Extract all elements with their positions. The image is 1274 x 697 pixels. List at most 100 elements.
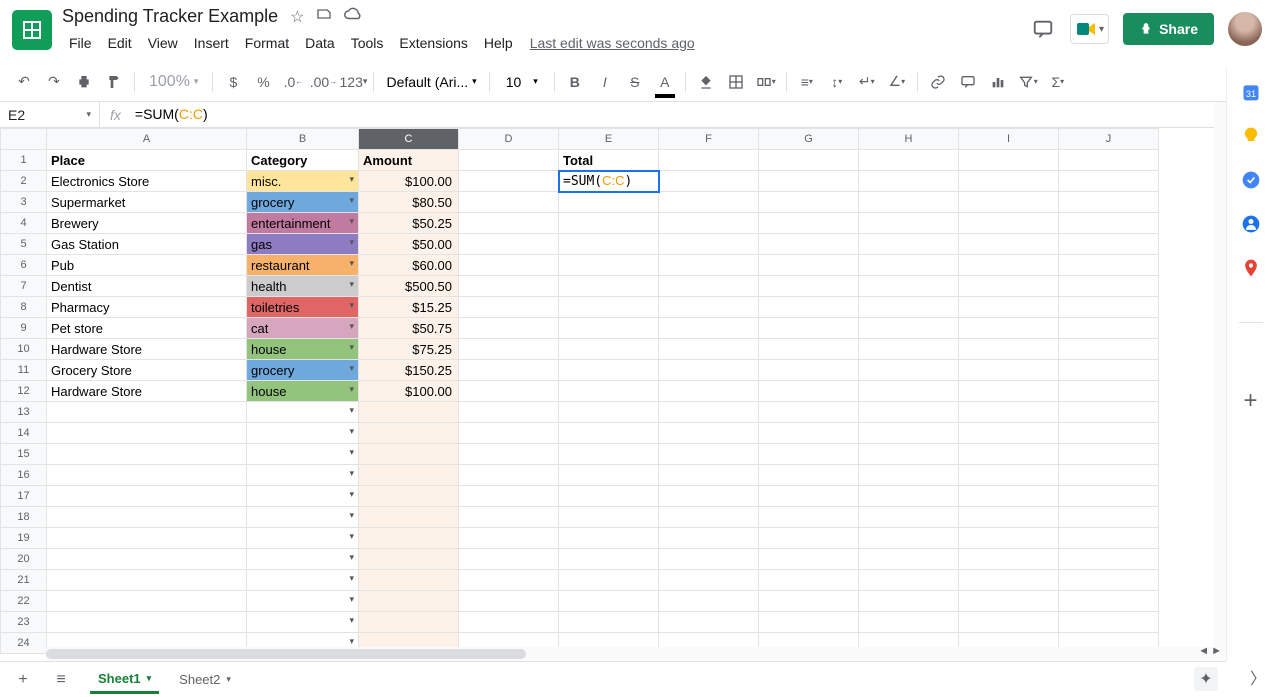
cell-C12[interactable]: $100.00 [359,381,459,402]
cell-B14[interactable] [247,423,359,444]
menu-edit[interactable]: Edit [101,31,139,55]
cell-D18[interactable] [459,507,559,528]
cell-J1[interactable] [1059,150,1159,171]
row-header-21[interactable]: 21 [1,570,47,591]
column-header-H[interactable]: H [859,129,959,150]
cell-J12[interactable] [1059,381,1159,402]
cell-I21[interactable] [959,570,1059,591]
last-edit-link[interactable]: Last edit was seconds ago [530,35,695,51]
cell-F13[interactable] [659,402,759,423]
cell-B2[interactable]: misc. [247,171,359,192]
cell-B10[interactable]: house [247,339,359,360]
cell-E9[interactable] [559,318,659,339]
cell-J20[interactable] [1059,549,1159,570]
add-sheet-icon[interactable]: + [8,665,38,695]
cell-I13[interactable] [959,402,1059,423]
cell-E10[interactable] [559,339,659,360]
share-button[interactable]: Share [1123,13,1214,45]
cell-E12[interactable] [559,381,659,402]
row-header-8[interactable]: 8 [1,297,47,318]
cell-G9[interactable] [759,318,859,339]
cell-B11[interactable]: grocery [247,360,359,381]
cell-F4[interactable] [659,213,759,234]
cell-F21[interactable] [659,570,759,591]
sheet-tab-sheet1[interactable]: Sheet1 ▾ [84,665,165,695]
cell-I20[interactable] [959,549,1059,570]
cell-A10[interactable]: Hardware Store [47,339,247,360]
cell-H20[interactable] [859,549,959,570]
keep-icon[interactable] [1241,126,1261,146]
text-color-icon[interactable]: A [651,68,679,96]
cell-D16[interactable] [459,465,559,486]
cell-A11[interactable]: Grocery Store [47,360,247,381]
cell-C4[interactable]: $50.25 [359,213,459,234]
menu-tools[interactable]: Tools [344,31,391,55]
cell-F15[interactable] [659,444,759,465]
cell-C15[interactable] [359,444,459,465]
cell-I5[interactable] [959,234,1059,255]
cell-D14[interactable] [459,423,559,444]
row-header-13[interactable]: 13 [1,402,47,423]
scroll-left-icon[interactable]: ◄ [1198,645,1209,657]
cell-A17[interactable] [47,486,247,507]
cell-G4[interactable] [759,213,859,234]
cell-F5[interactable] [659,234,759,255]
cell-G15[interactable] [759,444,859,465]
cell-I11[interactable] [959,360,1059,381]
cell-C8[interactable]: $15.25 [359,297,459,318]
row-header-9[interactable]: 9 [1,318,47,339]
cell-A2[interactable]: Electronics Store [47,171,247,192]
cell-G20[interactable] [759,549,859,570]
cell-A12[interactable]: Hardware Store [47,381,247,402]
cell-D17[interactable] [459,486,559,507]
cell-H7[interactable] [859,276,959,297]
print-icon[interactable] [70,68,98,96]
cell-A22[interactable] [47,591,247,612]
rotate-icon[interactable]: ∠▾ [883,68,911,96]
menu-extensions[interactable]: Extensions [392,31,474,55]
undo-icon[interactable]: ↶ [10,68,38,96]
cell-I12[interactable] [959,381,1059,402]
cell-A16[interactable] [47,465,247,486]
cell-G23[interactable] [759,612,859,633]
column-header-B[interactable]: B [247,129,359,150]
cell-G12[interactable] [759,381,859,402]
cell-A20[interactable] [47,549,247,570]
comment-icon[interactable] [954,68,982,96]
sheets-logo[interactable] [12,10,52,50]
calendar-icon[interactable]: 31 [1241,82,1261,102]
cell-D10[interactable] [459,339,559,360]
cell-H16[interactable] [859,465,959,486]
percent-icon[interactable]: % [249,68,277,96]
avatar[interactable] [1228,12,1262,46]
cell-G7[interactable] [759,276,859,297]
more-formats-icon[interactable]: 123 ▾ [339,68,367,96]
cell-A18[interactable] [47,507,247,528]
sidepanel-arrow-icon[interactable]: 〉 [1250,665,1266,689]
cell-E13[interactable] [559,402,659,423]
filter-icon[interactable]: ▾ [1014,68,1042,96]
cell-A21[interactable] [47,570,247,591]
cell-E22[interactable] [559,591,659,612]
cell-A8[interactable]: Pharmacy [47,297,247,318]
cell-I23[interactable] [959,612,1059,633]
contacts-icon[interactable] [1241,214,1261,234]
functions-icon[interactable]: Σ▾ [1044,68,1072,96]
doc-title[interactable]: Spending Tracker Example [62,6,278,27]
cell-H15[interactable] [859,444,959,465]
cell-G5[interactable] [759,234,859,255]
cell-J19[interactable] [1059,528,1159,549]
font-select[interactable]: Default (Ari...▾ [380,74,482,90]
add-addon-icon[interactable]: + [1243,387,1257,415]
cell-J7[interactable] [1059,276,1159,297]
cell-J8[interactable] [1059,297,1159,318]
cell-E21[interactable] [559,570,659,591]
cell-D6[interactable] [459,255,559,276]
scroll-right-icon[interactable]: ► [1211,645,1222,657]
cell-B19[interactable] [247,528,359,549]
cell-H9[interactable] [859,318,959,339]
cell-G3[interactable] [759,192,859,213]
row-header-10[interactable]: 10 [1,339,47,360]
cell-J17[interactable] [1059,486,1159,507]
cell-I1[interactable] [959,150,1059,171]
